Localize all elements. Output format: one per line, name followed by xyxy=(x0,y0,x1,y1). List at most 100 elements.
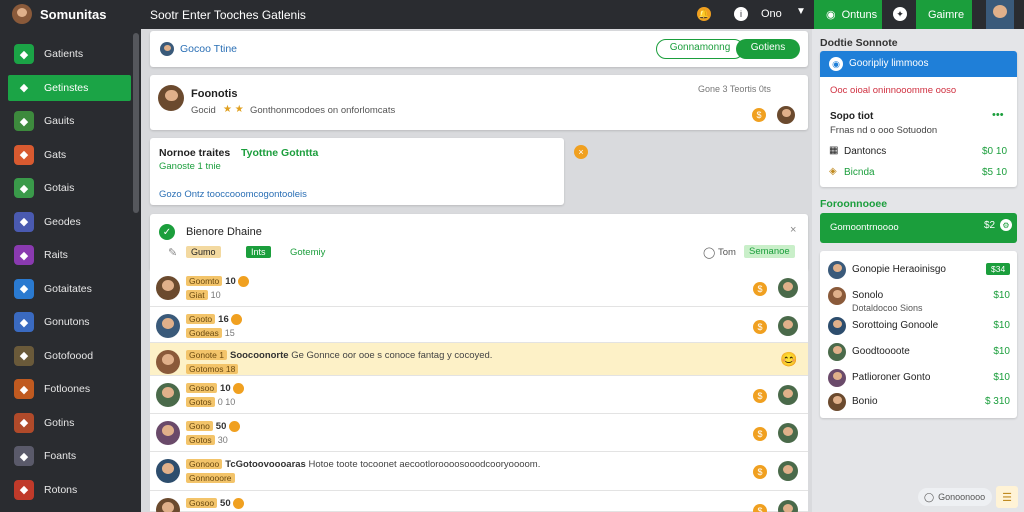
sidebar-item-gats[interactable]: ◆ Gats xyxy=(8,142,131,168)
info-icon[interactable]: i xyxy=(734,7,748,21)
right-list-card: Gonopie Heraoinisgo $34 Sonolo Dotaldocoo S… xyxy=(820,251,1017,418)
menu-icon[interactable]: ☰ xyxy=(996,486,1018,508)
list-item[interactable]: Gonote 1 Soocoonorte Ge Gonnce oor ooe s … xyxy=(150,343,808,376)
sidebar-item-label: Gotins xyxy=(44,416,75,429)
section-right-badge[interactable]: Semanoe xyxy=(744,245,795,258)
sidebar-item-fotloones[interactable]: ◆ Fotloones xyxy=(8,376,131,402)
coin-icon: $ xyxy=(752,108,766,122)
row-sub: Godeas xyxy=(186,328,222,338)
chevron-down-icon[interactable]: ▼ xyxy=(796,6,806,17)
row-avatar[interactable] xyxy=(156,459,180,483)
row-right-avatar[interactable] xyxy=(778,385,798,405)
coin-icon[interactable]: $ xyxy=(753,504,767,512)
profile-avatar[interactable] xyxy=(158,85,184,111)
right-list-item[interactable]: Sorottoing Gonoole $10 xyxy=(828,315,1010,337)
tag-gumo[interactable]: Gumo xyxy=(186,246,221,258)
sidebar-item-gotais[interactable]: ◆ Gotais xyxy=(8,175,131,201)
sidebar-scrollbar[interactable] xyxy=(133,33,139,213)
outline-button[interactable]: Gonnamonng xyxy=(656,39,744,59)
stat1-value: $0 10 xyxy=(982,146,1008,157)
item-name: Goodtoooote xyxy=(852,346,910,357)
sidebar-item-geodes[interactable]: ◆ Geodes xyxy=(8,209,131,235)
sidebar-item-gotofoood[interactable]: ◆ Gotofoood xyxy=(8,343,131,369)
row-right-avatar[interactable] xyxy=(778,316,798,336)
right-list-item[interactable]: Bonio $ 310 xyxy=(828,391,1010,413)
row-avatar[interactable] xyxy=(156,314,180,338)
coin-icon[interactable]: $ xyxy=(753,427,767,441)
search-icon: ◯ xyxy=(924,491,935,502)
gamepad-icon[interactable]: ✦ xyxy=(893,7,907,21)
sidebar-item-label: Rotons xyxy=(44,483,78,496)
sidebar-item-gatients[interactable]: ◆ Gatients xyxy=(8,41,131,67)
tag-ints[interactable]: Ints xyxy=(246,246,271,258)
sidebar-item-gotins[interactable]: ◆ Gotins xyxy=(8,410,131,436)
sidebar-item-rotons[interactable]: ◆ Rotons xyxy=(8,477,131,503)
row-sub: Gonnooore xyxy=(186,473,235,483)
row-right-avatar[interactable] xyxy=(778,278,798,298)
sidebar-item-gotaitates[interactable]: ◆ Gotaitates xyxy=(8,276,131,302)
dismiss-icon[interactable]: × xyxy=(574,145,588,159)
sidebar-item-label: Gatients xyxy=(44,48,84,60)
coin-icon[interactable]: $ xyxy=(753,320,767,334)
list-item[interactable]: Goomto 10 Giat 10 $ xyxy=(150,269,808,307)
section-link[interactable]: Gotemiy xyxy=(290,247,325,258)
notification-icon[interactable]: 🔔 xyxy=(697,7,711,21)
list-item[interactable]: Gosoo 10 Gotos 0 10 $ xyxy=(150,376,808,414)
list-item[interactable]: Gonooo TcGotoovoooaras Hotoe toote tocoon… xyxy=(150,452,808,491)
right-panel: Dodtie Sonnote ◉ Gooripliy limmoos Ooc o… xyxy=(812,29,1024,512)
list-item[interactable]: Gosoo50 Gotos$ xyxy=(150,491,808,512)
more-icon[interactable]: ••• xyxy=(992,109,1004,121)
tab-ontuns[interactable]: ◉ Ontuns xyxy=(814,0,882,29)
sidebar-item-foants[interactable]: ◆ Foants xyxy=(8,443,131,469)
selected-row[interactable]: ◉ Gooripliy limmoos xyxy=(820,51,1017,77)
image-icon: ◆ xyxy=(14,144,34,165)
coin-icon[interactable]: $ xyxy=(753,389,767,403)
user-name[interactable]: Ono xyxy=(761,8,782,20)
item-name: Sonolo xyxy=(852,290,884,301)
star-icon: ★ ★ xyxy=(223,104,244,115)
bottom-button[interactable]: ◯ Gonoonooo xyxy=(918,488,992,506)
sidebar-item-gonutons[interactable]: ◆ Gonutons xyxy=(8,309,131,335)
compass-icon: ◆ xyxy=(14,312,34,332)
row-avatar[interactable] xyxy=(156,421,180,445)
right-list-item[interactable]: Goodtoooote $10 xyxy=(828,341,1010,363)
list-item[interactable]: Gono 50 Gotos 30 $ xyxy=(150,414,808,452)
notice-link[interactable]: Gozo Ontz tooccooomcogontooleis xyxy=(159,189,307,200)
green-bar[interactable]: Gomoontrnoooo $2 ⚙ xyxy=(820,213,1017,243)
item-value: $ 310 xyxy=(984,396,1010,407)
list-item[interactable]: Gooto 16 Godeas 15 $ xyxy=(150,307,808,343)
close-icon[interactable]: × xyxy=(790,224,796,236)
row-line1: Gosoo 50 xyxy=(186,498,245,509)
sidebar-item-getinstes[interactable]: ◆ Getinstes xyxy=(8,74,131,101)
brand[interactable]: Somunitas xyxy=(12,4,106,24)
user-icon: ◆ xyxy=(14,412,34,433)
tab-gaimre[interactable]: Gaimre xyxy=(916,0,972,29)
sidebar-item-raits[interactable]: ◆ Raits xyxy=(8,242,131,268)
settings-icon[interactable]: ⚙ xyxy=(1000,219,1012,231)
row-avatar[interactable] xyxy=(156,498,180,512)
coin-icon xyxy=(233,383,245,394)
coin-icon[interactable]: $ xyxy=(753,465,767,479)
header-label[interactable]: Gocoo Ttine xyxy=(180,43,237,55)
green-bar-text: Gomoontrnoooo xyxy=(830,222,899,233)
user-avatar[interactable] xyxy=(986,0,1014,29)
row-right-avatar[interactable] xyxy=(778,461,798,481)
right-list-item[interactable]: Gonopie Heraoinisgo $34 xyxy=(828,259,1011,281)
right-list-item[interactable]: Sonolo Dotaldocoo Sions $10 xyxy=(828,285,1010,313)
profile-name[interactable]: Foonotis xyxy=(191,88,237,100)
item-avatar xyxy=(828,369,846,387)
row-line1: Gonote 1 Soocoonorte Ge Gonnce oor ooe s … xyxy=(186,350,492,361)
coin-icon[interactable]: $ xyxy=(753,282,767,296)
row-avatar[interactable] xyxy=(156,383,180,407)
profile-meta: Gocid xyxy=(191,105,216,116)
green-button[interactable]: Gotiens xyxy=(736,39,800,59)
row-avatar[interactable] xyxy=(156,276,180,300)
clock-icon: ◯ xyxy=(703,247,716,259)
sidebar-item-gauits[interactable]: ◆ Gauits xyxy=(8,108,131,134)
row-avatar[interactable] xyxy=(156,350,180,374)
right-list-item[interactable]: Patlioroner Gonto $10 xyxy=(828,367,1010,389)
row-right-avatar[interactable] xyxy=(778,423,798,443)
row-line2: Gotomos 18 xyxy=(186,364,241,374)
profile-card: Foonotis Gocid ★ ★ Gonthonmcodoes on onf… xyxy=(150,75,808,130)
row-right-avatar[interactable] xyxy=(778,500,798,512)
